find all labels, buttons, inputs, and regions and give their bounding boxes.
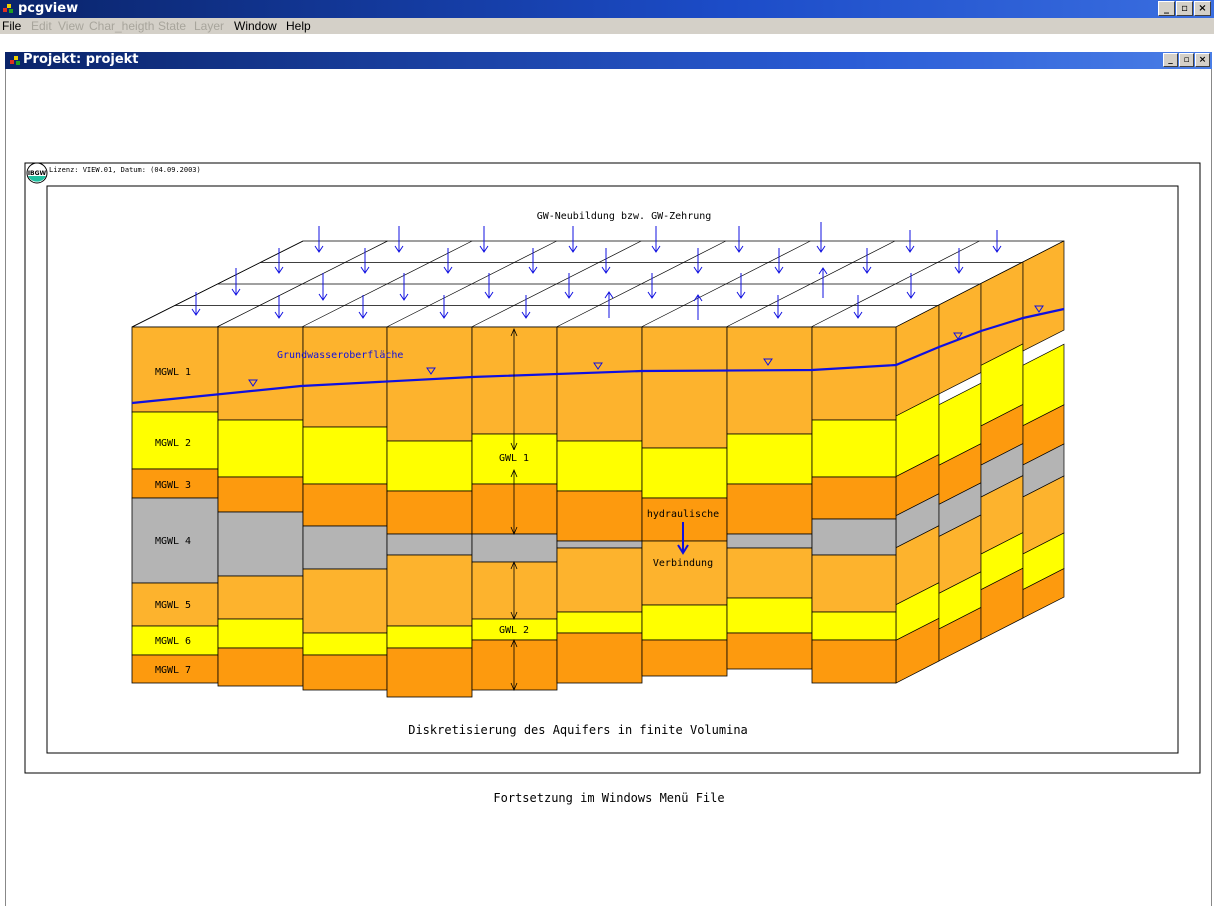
menu-view[interactable]: View [58,19,84,33]
caption-text: Diskretisierung des Aquifers in finite V… [408,723,748,737]
child-close-button[interactable]: × [1195,53,1210,67]
document-area: IBGW Lizenz: VIEW.01, Datum: (04.09.2003… [5,69,1212,906]
cell-2-0 [302,326,388,428]
menu-state[interactable]: State [158,19,186,33]
cell-8-0 [811,326,897,421]
cell-5-2 [556,490,643,542]
cell-4-6 [471,639,558,691]
minimize-icon: _ [1164,3,1169,14]
cell-5-3 [556,540,643,549]
child-minimize-button[interactable]: _ [1163,53,1178,67]
license-text: Lizenz: VIEW.01, Datum: (04.09.2003) [49,166,201,174]
cell-8-1 [811,419,897,478]
cell-7-4 [726,547,813,599]
cell-8-2 [811,476,897,520]
cell-8-6 [811,639,897,684]
aquifer-diagram: IBGW Lizenz: VIEW.01, Datum: (04.09.2003… [24,162,1201,805]
child-maximize-button[interactable]: ▫ [1179,53,1194,67]
minimize-icon: _ [1168,55,1173,65]
cell-8-3 [811,518,897,556]
heading-text: GW-Neubildung bzw. GW-Zehrung [537,211,712,222]
gwl1-label: GWL 1 [499,453,529,464]
cell-3-1 [386,440,473,492]
cell-8-5 [811,611,897,641]
cell-1-6 [217,647,304,687]
layer-label-2: MGWL 2 [155,438,191,449]
layer-label-3: MGWL 3 [155,480,191,491]
app-titlebar[interactable]: pcgview _ ▫ × [0,0,1214,18]
minimize-button[interactable]: _ [1158,1,1175,16]
child-title: Projekt: projekt [23,52,139,67]
logo-text: IBGW [28,170,47,177]
menu-char-heigth[interactable]: Char_heigth [89,19,154,33]
close-icon: × [1198,55,1207,65]
cell-1-2 [217,476,304,513]
cell-2-1 [302,426,388,485]
cell-1-3 [217,511,304,577]
cell-5-5 [556,611,643,634]
maximize-icon: ▫ [1183,55,1190,65]
menu-file[interactable]: File [2,19,21,33]
layer-label-7: MGWL 7 [155,665,191,676]
cell-3-5 [386,625,473,649]
footer-text: Fortsetzung im Windows Menü File [493,791,724,805]
cell-4-0 [471,326,558,435]
cell-5-0 [556,326,643,442]
menu-help[interactable]: Help [286,19,311,33]
cell-5-6 [556,632,643,684]
cell-7-2 [726,483,813,535]
cell-1-5 [217,618,304,649]
hydraulic-label-2: Verbindung [653,558,713,569]
menu-edit[interactable]: Edit [31,19,52,33]
menu-layer[interactable]: Layer [194,19,224,33]
close-button[interactable]: × [1194,1,1211,16]
cell-6-5 [641,604,728,641]
close-icon: × [1198,3,1207,14]
cell-5-4 [556,547,643,613]
cell-2-2 [302,483,388,527]
menu-window[interactable]: Window [234,19,277,33]
cell-8-4 [811,554,897,613]
hydraulic-label-1: hydraulische [647,509,719,520]
cell-2-3 [302,525,388,570]
layer-label-1: MGWL 1 [155,367,191,378]
layer-label-4: MGWL 4 [155,536,191,547]
cell-3-4 [386,554,473,627]
cell-3-2 [386,490,473,535]
cell-7-5 [726,597,813,634]
cell-4-4 [471,561,558,620]
cell-3-3 [386,533,473,556]
cell-6-0 [641,326,728,449]
cell-1-1 [217,419,304,478]
app-icon [3,4,13,13]
cell-1-0 [217,326,304,421]
cell-4-3 [471,533,558,563]
cell-3-6 [386,647,473,698]
app-title: pcgview [18,1,79,16]
cell-4-2 [471,483,558,535]
layer-label-5: MGWL 5 [155,600,191,611]
layer-label-6: MGWL 6 [155,636,191,647]
cell-2-6 [302,654,388,691]
cell-7-6 [726,632,813,670]
child-titlebar[interactable]: Projekt: projekt _ ▫ × [5,52,1212,69]
cell-3-0 [386,326,473,442]
cell-2-5 [302,632,388,656]
cell-5-1 [556,440,643,492]
menubar: File Edit View Char_heigth State Layer W… [0,18,1214,34]
cell-7-0 [726,326,813,435]
cell-6-1 [641,447,728,499]
cell-7-3 [726,533,813,549]
cell-7-1 [726,433,813,485]
cell-1-4 [217,575,304,620]
child-window-icon [10,56,20,65]
cell-2-4 [302,568,388,634]
cell-6-6 [641,639,728,677]
surface-label: Grundwasseroberfläche [277,350,403,361]
restore-icon: ▫ [1181,3,1188,14]
gwl2-label: GWL 2 [499,625,529,636]
restore-button[interactable]: ▫ [1176,1,1193,16]
